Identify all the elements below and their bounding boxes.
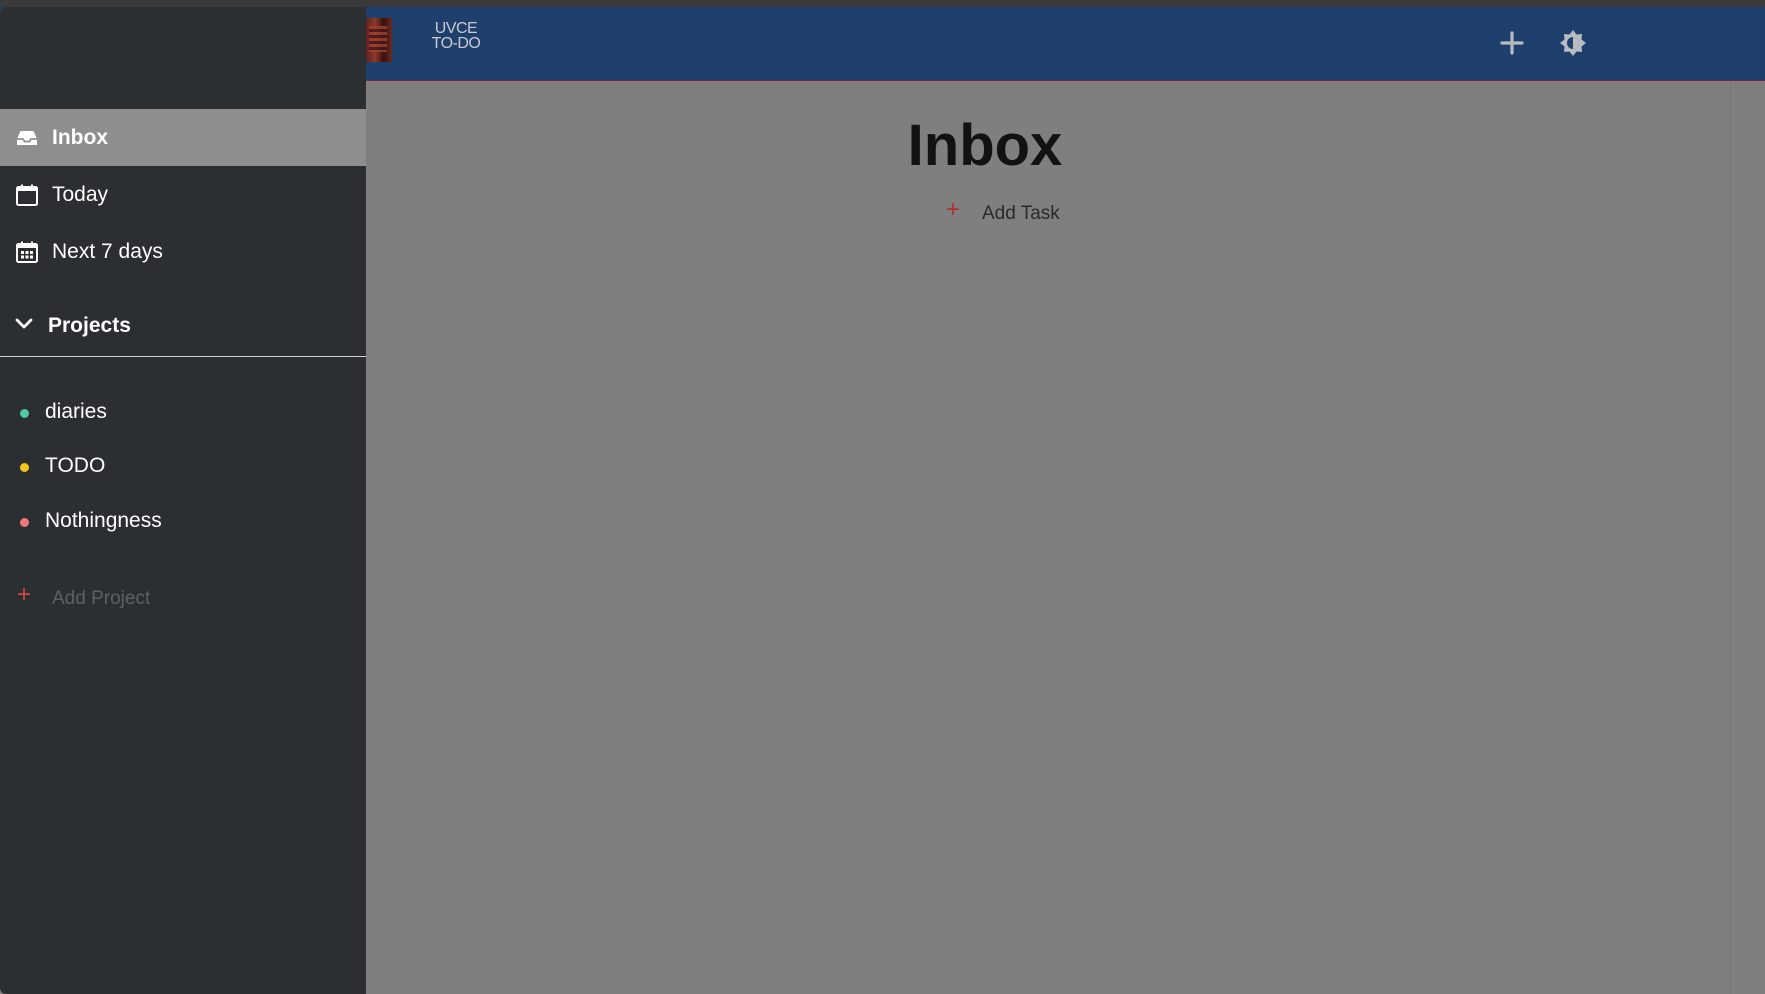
- project-item-nothingness[interactable]: Nothingness: [0, 500, 366, 544]
- plus-icon: +: [946, 196, 961, 223]
- sidebar-item-label: Today: [52, 182, 109, 206]
- calendar-week-icon: [16, 241, 38, 263]
- project-name: Nothingness: [45, 509, 162, 532]
- project-item-todo[interactable]: TODO: [0, 445, 366, 489]
- sidebar-item-label: Inbox: [52, 125, 108, 149]
- project-color-dot: [20, 463, 29, 472]
- project-color-dot: [20, 409, 29, 418]
- page-title: Inbox: [907, 113, 1063, 178]
- plus-icon: +: [17, 581, 32, 608]
- chevron-down-icon: [15, 318, 33, 329]
- window-top-strip: [0, 0, 1765, 7]
- calendar-icon: [16, 184, 38, 206]
- project-color-dot: [20, 518, 29, 527]
- app-logo-image: [364, 18, 392, 62]
- project-item-diaries[interactable]: diaries: [0, 391, 366, 435]
- sidebar-item-inbox[interactable]: Inbox: [0, 109, 366, 166]
- add-project-button[interactable]: + Add Project: [0, 579, 366, 619]
- app-logo-text[interactable]: UVCE TO-DO: [424, 20, 488, 52]
- theme-toggle-button[interactable]: [1555, 25, 1591, 61]
- quick-add-button[interactable]: [1494, 25, 1530, 61]
- project-name: TODO: [45, 454, 106, 477]
- content-divider: [1730, 82, 1731, 994]
- sidebar-item-label: Next 7 days: [52, 239, 163, 263]
- project-name: diaries: [45, 400, 107, 423]
- projects-heading: Projects: [48, 314, 131, 337]
- logo-line-2: TO-DO: [431, 35, 481, 52]
- inbox-icon: [17, 130, 37, 145]
- add-project-label: Add Project: [52, 588, 151, 609]
- logo-line-1: UVCE: [434, 20, 478, 37]
- sidebar-item-today[interactable]: Today: [0, 166, 366, 223]
- projects-toggle[interactable]: Projects: [0, 295, 366, 357]
- brightness-icon: [1560, 30, 1586, 56]
- sidebar-item-next-7-days[interactable]: Next 7 days: [0, 223, 366, 280]
- plus-icon: [1500, 31, 1524, 55]
- sidebar: Inbox Today Next 7 days Projects diaries…: [0, 7, 366, 994]
- add-task-label: Add Task: [982, 203, 1060, 224]
